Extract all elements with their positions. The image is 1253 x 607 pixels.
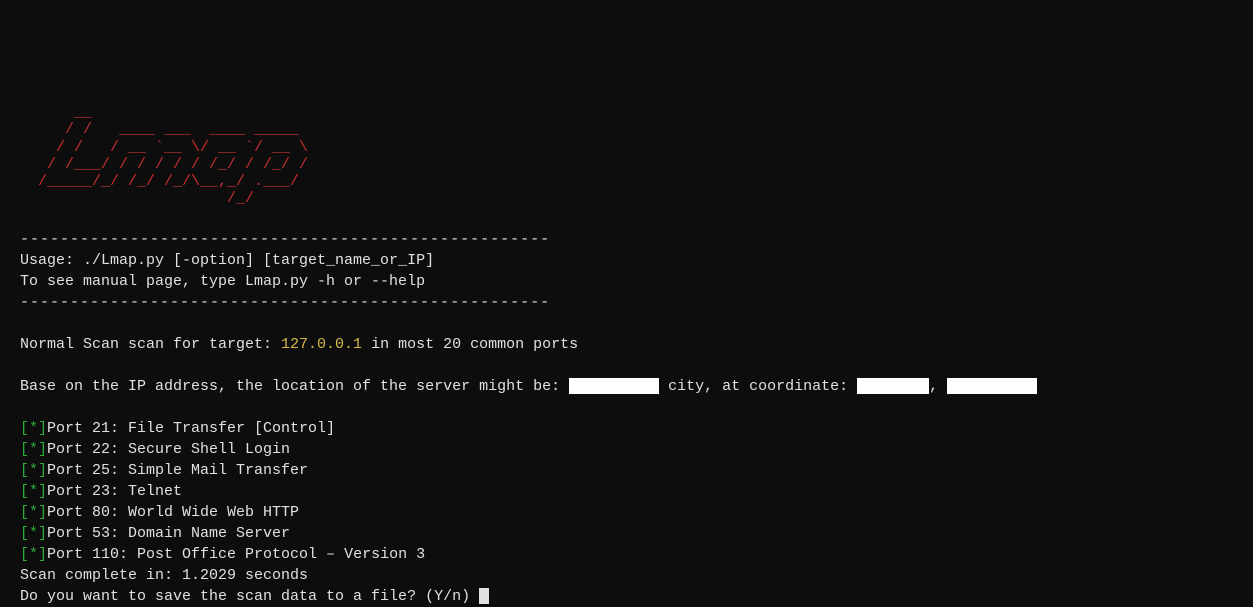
port-text: Port 53: Domain Name Server bbox=[47, 525, 290, 542]
star-icon: [*] bbox=[20, 525, 47, 542]
port-line-21: [*]Port 21: File Transfer [Control] bbox=[20, 420, 335, 437]
port-line-53: [*]Port 53: Domain Name Server bbox=[20, 525, 290, 542]
logo-l3: / / / __ `__ \/ __ `/ __ \ bbox=[20, 139, 1233, 156]
scan-complete-line: Scan complete in: 1.2029 seconds bbox=[20, 567, 308, 584]
star-icon: [*] bbox=[20, 546, 47, 563]
location-mid1: city, at coordinate: bbox=[659, 378, 857, 395]
location-prefix: Base on the IP address, the location of … bbox=[20, 378, 569, 395]
save-prompt-line[interactable]: Do you want to save the scan data to a f… bbox=[20, 588, 489, 605]
target-ip: 127.0.0.1 bbox=[281, 336, 362, 353]
redacted-coord-2 bbox=[947, 378, 1037, 394]
logo-l2: / / ____ ___ ____ _____ bbox=[20, 121, 1233, 138]
save-prompt-text: Do you want to save the scan data to a f… bbox=[20, 588, 479, 605]
port-line-25: [*]Port 25: Simple Mail Transfer bbox=[20, 462, 308, 479]
location-line: Base on the IP address, the location of … bbox=[20, 378, 1037, 395]
port-line-80: [*]Port 80: World Wide Web HTTP bbox=[20, 504, 299, 521]
star-icon: [*] bbox=[20, 483, 47, 500]
logo-l5: /_____/_/ /_/ /_/\__,_/ .___/ bbox=[20, 173, 1233, 190]
port-text: Port 110: Post Office Protocol – Version… bbox=[47, 546, 425, 563]
port-line-110: [*]Port 110: Post Office Protocol – Vers… bbox=[20, 546, 425, 563]
star-icon: [*] bbox=[20, 441, 47, 458]
cursor-icon bbox=[479, 588, 489, 604]
port-text: Port 80: World Wide Web HTTP bbox=[47, 504, 299, 521]
location-mid2: , bbox=[929, 378, 947, 395]
star-icon: [*] bbox=[20, 462, 47, 479]
logo-l4: / /___/ / / / / / /_/ / /_/ / bbox=[20, 156, 1233, 173]
port-text: Port 23: Telnet bbox=[47, 483, 182, 500]
scan-suffix: in most 20 common ports bbox=[362, 336, 578, 353]
logo-l6: /_/ bbox=[20, 190, 1233, 207]
star-icon: [*] bbox=[20, 504, 47, 521]
port-line-22: [*]Port 22: Secure Shell Login bbox=[20, 441, 290, 458]
divider-bottom: ----------------------------------------… bbox=[20, 294, 550, 311]
ascii-logo: __ / / ____ ___ ____ _____ / / / __ `__ … bbox=[20, 104, 1233, 208]
scan-prefix: Normal Scan scan for target: bbox=[20, 336, 281, 353]
logo-l1: __ bbox=[20, 104, 1233, 121]
scan-target-line: Normal Scan scan for target: 127.0.0.1 i… bbox=[20, 336, 578, 353]
port-text: Port 25: Simple Mail Transfer bbox=[47, 462, 308, 479]
manual-line: To see manual page, type Lmap.py -h or -… bbox=[20, 273, 425, 290]
redacted-coord-1 bbox=[857, 378, 929, 394]
star-icon: [*] bbox=[20, 420, 47, 437]
redacted-city bbox=[569, 378, 659, 394]
divider-top: ----------------------------------------… bbox=[20, 231, 550, 248]
port-line-23: [*]Port 23: Telnet bbox=[20, 483, 182, 500]
port-text: Port 21: File Transfer [Control] bbox=[47, 420, 335, 437]
port-text: Port 22: Secure Shell Login bbox=[47, 441, 290, 458]
usage-line: Usage: ./Lmap.py [-option] [target_name_… bbox=[20, 252, 434, 269]
